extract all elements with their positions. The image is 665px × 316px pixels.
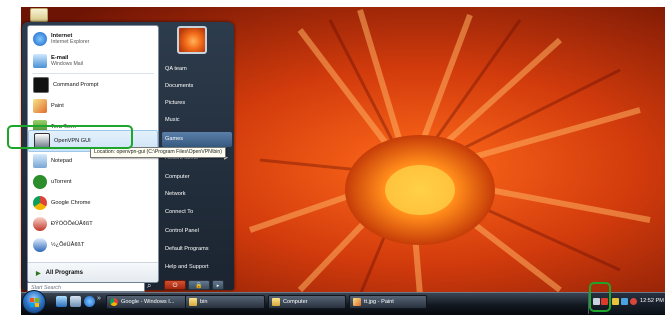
- taskbar-button-label: tt.jpg - Paint: [364, 299, 394, 305]
- utorrent-icon: [33, 175, 47, 189]
- place-documents[interactable]: Documents: [162, 79, 232, 94]
- taskbar-button-label: bin: [200, 299, 208, 305]
- place-label: Music: [165, 117, 180, 123]
- place-computer[interactable]: Computer: [162, 170, 232, 185]
- place-music[interactable]: Music: [162, 113, 232, 128]
- folder-icon: [189, 298, 197, 306]
- place-games[interactable]: Games: [162, 132, 232, 147]
- place-label: Computer: [165, 174, 190, 180]
- place-pictures[interactable]: Pictures: [162, 96, 232, 111]
- annotation-highlight-openvpn: [7, 125, 133, 149]
- chrome-icon: [33, 196, 47, 210]
- show-desktop-icon[interactable]: [56, 296, 67, 307]
- switch-windows-icon[interactable]: [70, 296, 81, 307]
- pinned-email[interactable]: E-mail Windows Mail: [28, 50, 158, 72]
- internet-explorer-icon: [33, 32, 47, 46]
- place-label: Pictures: [165, 100, 186, 106]
- place-label: Help and Support: [165, 264, 209, 270]
- all-programs-button[interactable]: ▶ All Programs: [28, 262, 158, 282]
- program-google-chrome[interactable]: Google Chrome: [28, 193, 158, 213]
- program-paint[interactable]: Paint: [28, 96, 158, 116]
- place-label: QA team: [165, 66, 187, 72]
- program-label: Google Chrome: [51, 200, 91, 206]
- place-connect-to[interactable]: Connect To: [162, 205, 232, 220]
- volume-icon[interactable]: [621, 298, 628, 305]
- taskbar-button-bin[interactable]: bin: [185, 295, 265, 309]
- taskbar-button-paint[interactable]: tt.jpg - Paint: [349, 295, 427, 309]
- program-label: Notepad: [51, 158, 73, 164]
- pinned-internet[interactable]: Internet Internet Explorer: [28, 28, 158, 50]
- chevron-right-icon: ▸: [216, 283, 220, 289]
- shutdown-options-button[interactable]: ▸: [212, 280, 224, 290]
- windows-mail-icon: [33, 54, 47, 68]
- pinned-internet-subtitle: Internet Explorer: [51, 39, 90, 45]
- paint-icon: [353, 298, 361, 306]
- place-help-and-support[interactable]: Help and Support: [162, 260, 232, 275]
- lock-button[interactable]: 🔒: [188, 280, 210, 290]
- program-garbled-2[interactable]: ½¿ÕéÜÂ¢ßT: [28, 235, 158, 255]
- annotation-highlight-tray: [589, 282, 611, 312]
- pinned-email-subtitle: Windows Mail: [51, 61, 83, 67]
- place-network[interactable]: Network: [162, 187, 232, 202]
- chrome-icon: [110, 298, 118, 306]
- computer-icon: [272, 298, 280, 306]
- pinned-separator: [32, 73, 154, 74]
- security-icon[interactable]: [630, 298, 637, 305]
- place-default-programs[interactable]: Default Programs: [162, 242, 232, 257]
- program-garbled-1[interactable]: ÐŸÓÖÕéÜÂ¢ßT: [28, 214, 158, 234]
- notification-icon[interactable]: [612, 298, 619, 305]
- power-button[interactable]: ⏻: [164, 280, 186, 290]
- place-label: Default Programs: [165, 246, 209, 252]
- place-label: Control Panel: [165, 228, 199, 234]
- windows-logo-icon: [30, 298, 39, 307]
- place-label: Network: [165, 191, 186, 197]
- internet-explorer-icon[interactable]: [84, 296, 95, 307]
- notepad-icon: [33, 154, 47, 168]
- place-control-panel[interactable]: Control Panel: [162, 224, 232, 239]
- desktop-file-icon[interactable]: [30, 8, 48, 22]
- place-qa-team[interactable]: QA team: [162, 62, 232, 77]
- search-icon[interactable]: ⌕: [147, 281, 157, 291]
- program-utorrent[interactable]: uTorrent: [28, 172, 158, 192]
- clock[interactable]: 12:52 PM: [640, 298, 664, 304]
- place-label: Games: [165, 136, 184, 142]
- all-programs-label: All Programs: [45, 270, 83, 276]
- app-icon: [33, 238, 47, 252]
- program-command-prompt[interactable]: Command Prompt: [28, 75, 158, 95]
- taskbar-button-computer[interactable]: Computer: [268, 295, 346, 309]
- paint-icon: [33, 99, 47, 113]
- program-label: uTorrent: [51, 179, 72, 185]
- start-button[interactable]: [22, 290, 46, 314]
- taskbar-button-label: Google - Windows I...: [121, 299, 175, 305]
- program-label: ½¿ÕéÜÂ¢ßT: [51, 242, 85, 248]
- taskbar-button-label: Computer: [283, 299, 308, 305]
- place-label: Connect To: [165, 209, 194, 215]
- power-icon: ⏻: [172, 283, 178, 289]
- quicklaunch-overflow-icon[interactable]: »: [97, 295, 101, 302]
- program-label: Command Prompt: [53, 82, 99, 88]
- arrow-right-icon: ▶: [36, 270, 41, 277]
- lock-icon: 🔒: [195, 283, 203, 289]
- command-prompt-icon: [33, 77, 49, 93]
- start-search-input[interactable]: Start Search: [27, 282, 145, 292]
- program-label: ÐŸÓÖÕéÜÂ¢ßT: [51, 221, 93, 227]
- program-label: Paint: [51, 103, 64, 109]
- user-picture-avatar[interactable]: [177, 26, 207, 54]
- place-label: Documents: [165, 83, 194, 89]
- app-icon: [33, 217, 47, 231]
